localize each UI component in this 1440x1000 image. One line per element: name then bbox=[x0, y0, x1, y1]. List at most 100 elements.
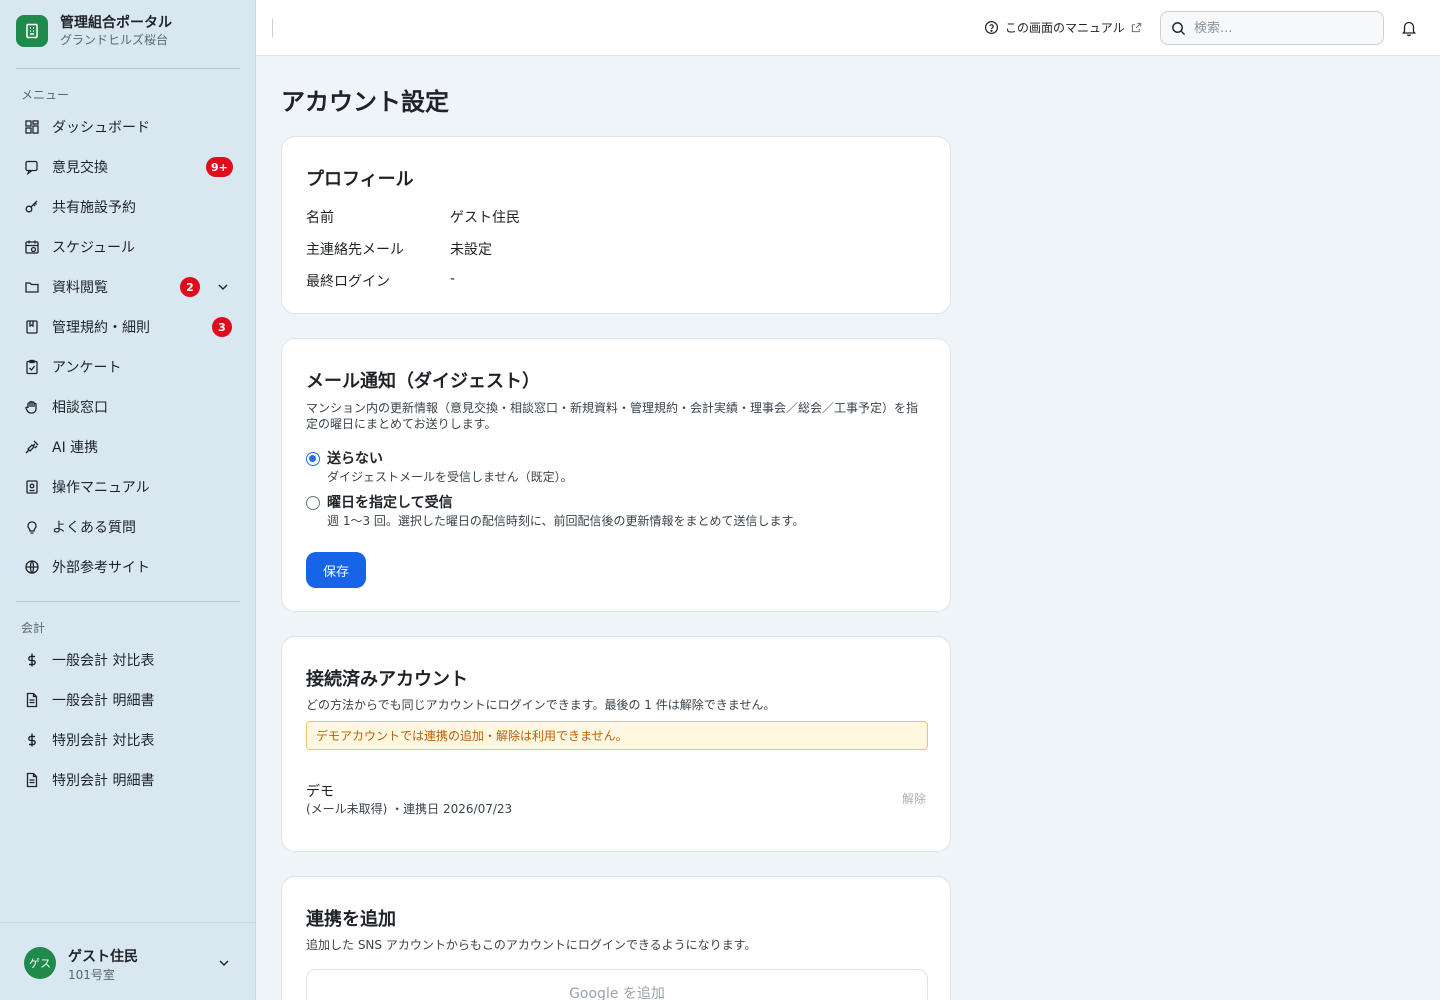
sidebar-item-label: 相談窓口 bbox=[52, 400, 108, 416]
digest-title: メール通知（ダイジェスト） bbox=[306, 371, 540, 392]
digest-none-description: ダイジェストメールを受信しません（既定）。 bbox=[327, 470, 573, 484]
sidebar-item-label: 管理規約・細則 bbox=[52, 320, 150, 336]
sidebar-item-label: よくある質問 bbox=[52, 520, 136, 536]
add-link-title: 連携を追加 bbox=[306, 909, 396, 930]
sidebar-item-general-statement[interactable]: 一般会計 明細書 bbox=[16, 680, 240, 720]
sidebar-item-label: 操作マニュアル bbox=[52, 480, 150, 496]
accounting-nav: 一般会計 対比表 一般会計 明細書 特別会計 対比表 特別会計 明細書 bbox=[16, 640, 240, 800]
page-manual-link[interactable]: この画面のマニュアル bbox=[984, 19, 1142, 36]
sidebar-item-label: 特別会計 対比表 bbox=[52, 733, 155, 749]
sidebar-item-label: AI 連携 bbox=[52, 440, 99, 456]
topbar: この画面のマニュアル bbox=[256, 0, 1440, 56]
sidebar-item-documents[interactable]: 資料閲覧 2 bbox=[16, 267, 240, 307]
sidebar-item-manual[interactable]: 操作マニュアル bbox=[16, 467, 240, 507]
digest-description-1: マンション内の更新情報（意見交換・相談窓口・新規資料・管理規約・会計実績・理事会… bbox=[306, 401, 919, 415]
brand-title: 管理組合ポータル bbox=[60, 15, 172, 31]
unread-badge: 9+ bbox=[206, 157, 233, 177]
sidebar-item-survey[interactable]: アンケート bbox=[16, 347, 240, 387]
connected-description: どの方法からでも同じアカウントにログインできます。最後の 1 件は解除できません… bbox=[306, 698, 776, 712]
sidebar-item-bylaws[interactable]: 管理規約・細則 3 bbox=[16, 307, 240, 347]
sidebar-item-label: 一般会計 明細書 bbox=[52, 693, 155, 709]
add-link-card: 連携を追加 追加した SNS アカウントからもこのアカウントにログインできるよう… bbox=[281, 876, 951, 1000]
user-room: 101号室 bbox=[68, 968, 115, 982]
sidebar-item-discussion[interactable]: 意見交換 9+ bbox=[16, 147, 240, 187]
profile-title: プロフィール bbox=[306, 169, 414, 190]
connected-account-name: デモ bbox=[306, 784, 334, 800]
unread-badge: 2 bbox=[180, 277, 200, 297]
sidebar-item-faq[interactable]: よくある質問 bbox=[16, 507, 240, 547]
search-icon bbox=[1172, 21, 1186, 35]
digest-option-weekday[interactable]: 曜日を指定して受信 週 1〜3 回。選択した曜日の配信時刻に、前回配信後の更新情… bbox=[306, 493, 804, 529]
profile-name-label: 名前 bbox=[306, 210, 334, 226]
sidebar-item-schedule[interactable]: スケジュール bbox=[16, 227, 240, 267]
help-circle-icon bbox=[984, 20, 999, 35]
sidebar-item-label: ダッシュボード bbox=[52, 120, 150, 136]
sidebar-item-consultation[interactable]: 相談窓口 bbox=[16, 387, 240, 427]
save-button[interactable]: 保存 bbox=[306, 552, 366, 588]
sidebar-item-ai-integration[interactable]: AI 連携 bbox=[16, 427, 240, 467]
sidebar-item-label: 外部参考サイト bbox=[52, 560, 150, 576]
sidebar-item-facility-booking[interactable]: 共有施設予約 bbox=[16, 187, 240, 227]
profile-email-label: 主連絡先メール bbox=[306, 242, 404, 258]
digest-weekday-description: 週 1〜3 回。選択した曜日の配信時刻に、前回配信後の更新情報をまとめて送信しま… bbox=[327, 514, 805, 528]
chevron-down-icon[interactable] bbox=[216, 280, 230, 294]
demo-warning: デモアカウントでは連携の追加・解除は利用できません。 bbox=[306, 721, 928, 750]
sidebar-item-label: スケジュール bbox=[52, 240, 136, 256]
sidebar-divider bbox=[16, 68, 240, 69]
sidebar-divider bbox=[16, 601, 240, 602]
sidebar-item-special-statement[interactable]: 特別会計 明細書 bbox=[16, 760, 240, 800]
add-google-label: Google を追加 bbox=[569, 986, 665, 1000]
sidebar-item-special-comparison[interactable]: 特別会計 対比表 bbox=[16, 720, 240, 760]
external-link-icon bbox=[1131, 22, 1141, 33]
connected-title: 接続済みアカウント bbox=[306, 669, 468, 690]
profile-name-value: ゲスト住民 bbox=[450, 210, 520, 226]
user-name: ゲスト住民 bbox=[68, 949, 138, 965]
chevron-down-icon[interactable] bbox=[217, 956, 231, 970]
sidebar-item-external-sites[interactable]: 外部参考サイト bbox=[16, 547, 240, 587]
sidebar-item-label: 意見交換 bbox=[52, 160, 108, 176]
menu-section-label: メニュー bbox=[21, 88, 70, 102]
chat-icon bbox=[24, 159, 40, 175]
manual-icon bbox=[24, 479, 40, 495]
brand-subtitle: グランドヒルズ桜台 bbox=[60, 33, 169, 47]
main-nav: ダッシュボード 意見交換 9+ 共有施設予約 スケジュール 資料閲覧 2 管理規… bbox=[16, 107, 240, 587]
sidebar-item-label: 特別会計 明細書 bbox=[52, 773, 155, 789]
sidebar-item-dashboard[interactable]: ダッシュボード bbox=[16, 107, 240, 147]
user-menu[interactable]: ゲス ゲスト住民 101号室 bbox=[0, 922, 256, 1000]
profile-last-login-label: 最終ログイン bbox=[306, 274, 390, 290]
dollar-icon bbox=[24, 652, 40, 668]
lightbulb-icon bbox=[24, 519, 40, 535]
document-icon bbox=[24, 772, 40, 788]
digest-description-2: 定の曜日にまとめてお送りします。 bbox=[306, 417, 497, 431]
unread-badge: 3 bbox=[212, 317, 232, 337]
digest-weekday-label: 曜日を指定して受信 bbox=[327, 495, 453, 511]
sidebar: 管理組合ポータル グランドヒルズ桜台 メニュー ダッシュボード 意見交換 9+ … bbox=[0, 0, 256, 1000]
calendar-icon bbox=[24, 239, 40, 255]
remove-account-button[interactable]: 解除 bbox=[902, 790, 926, 807]
folder-icon bbox=[24, 279, 40, 295]
avatar: ゲス bbox=[24, 947, 56, 979]
digest-option-none[interactable]: 送らない ダイジェストメールを受信しません（既定）。 bbox=[306, 449, 573, 485]
clipboard-icon bbox=[24, 359, 40, 375]
topbar-divider bbox=[272, 19, 273, 37]
book-icon bbox=[24, 319, 40, 335]
digest-none-radio[interactable] bbox=[306, 452, 320, 466]
brand[interactable]: 管理組合ポータル グランドヒルズ桜台 bbox=[16, 14, 172, 48]
sidebar-item-general-comparison[interactable]: 一般会計 対比表 bbox=[16, 640, 240, 680]
digest-none-label: 送らない bbox=[327, 451, 383, 467]
sidebar-item-label: 共有施設予約 bbox=[52, 200, 136, 216]
profile-card: プロフィール 名前 ゲスト住民 主連絡先メール 未設定 最終ログイン - bbox=[281, 136, 951, 314]
search-input[interactable] bbox=[1194, 20, 1374, 36]
key-icon bbox=[24, 199, 40, 215]
bell-icon[interactable] bbox=[1400, 19, 1418, 37]
building-icon bbox=[16, 15, 48, 47]
search-box[interactable] bbox=[1160, 11, 1384, 45]
add-google-button[interactable]: Google を追加 bbox=[306, 969, 928, 1000]
digest-weekday-radio[interactable] bbox=[306, 496, 320, 510]
sidebar-item-label: 一般会計 対比表 bbox=[52, 653, 155, 669]
document-icon bbox=[24, 692, 40, 708]
dollar-icon bbox=[24, 732, 40, 748]
plug-icon bbox=[24, 439, 40, 455]
page-title: アカウント設定 bbox=[281, 88, 449, 116]
page-manual-label: この画面のマニュアル bbox=[1005, 21, 1125, 35]
